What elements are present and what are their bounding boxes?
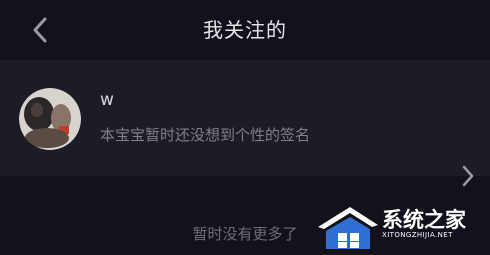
following-list-item[interactable]	[0, 60, 490, 187]
watermark-title: 系统之家	[382, 208, 466, 232]
top-bar: 我关注的	[0, 0, 490, 60]
chevron-right-icon[interactable]	[459, 163, 477, 189]
watermark-subtitle: XITONGZHIJIA.NET	[382, 231, 453, 239]
watermark-logo: 系统之家 XITONGZHIJIA.NET	[316, 201, 490, 253]
signature-text: 本宝宝暂时还没想到个性的签名	[100, 126, 311, 144]
avatar-image	[19, 88, 81, 150]
house-logo-icon	[318, 207, 378, 249]
avatar[interactable]	[19, 88, 81, 150]
page-title: 我关注的	[203, 18, 287, 42]
username[interactable]: w	[100, 90, 114, 110]
